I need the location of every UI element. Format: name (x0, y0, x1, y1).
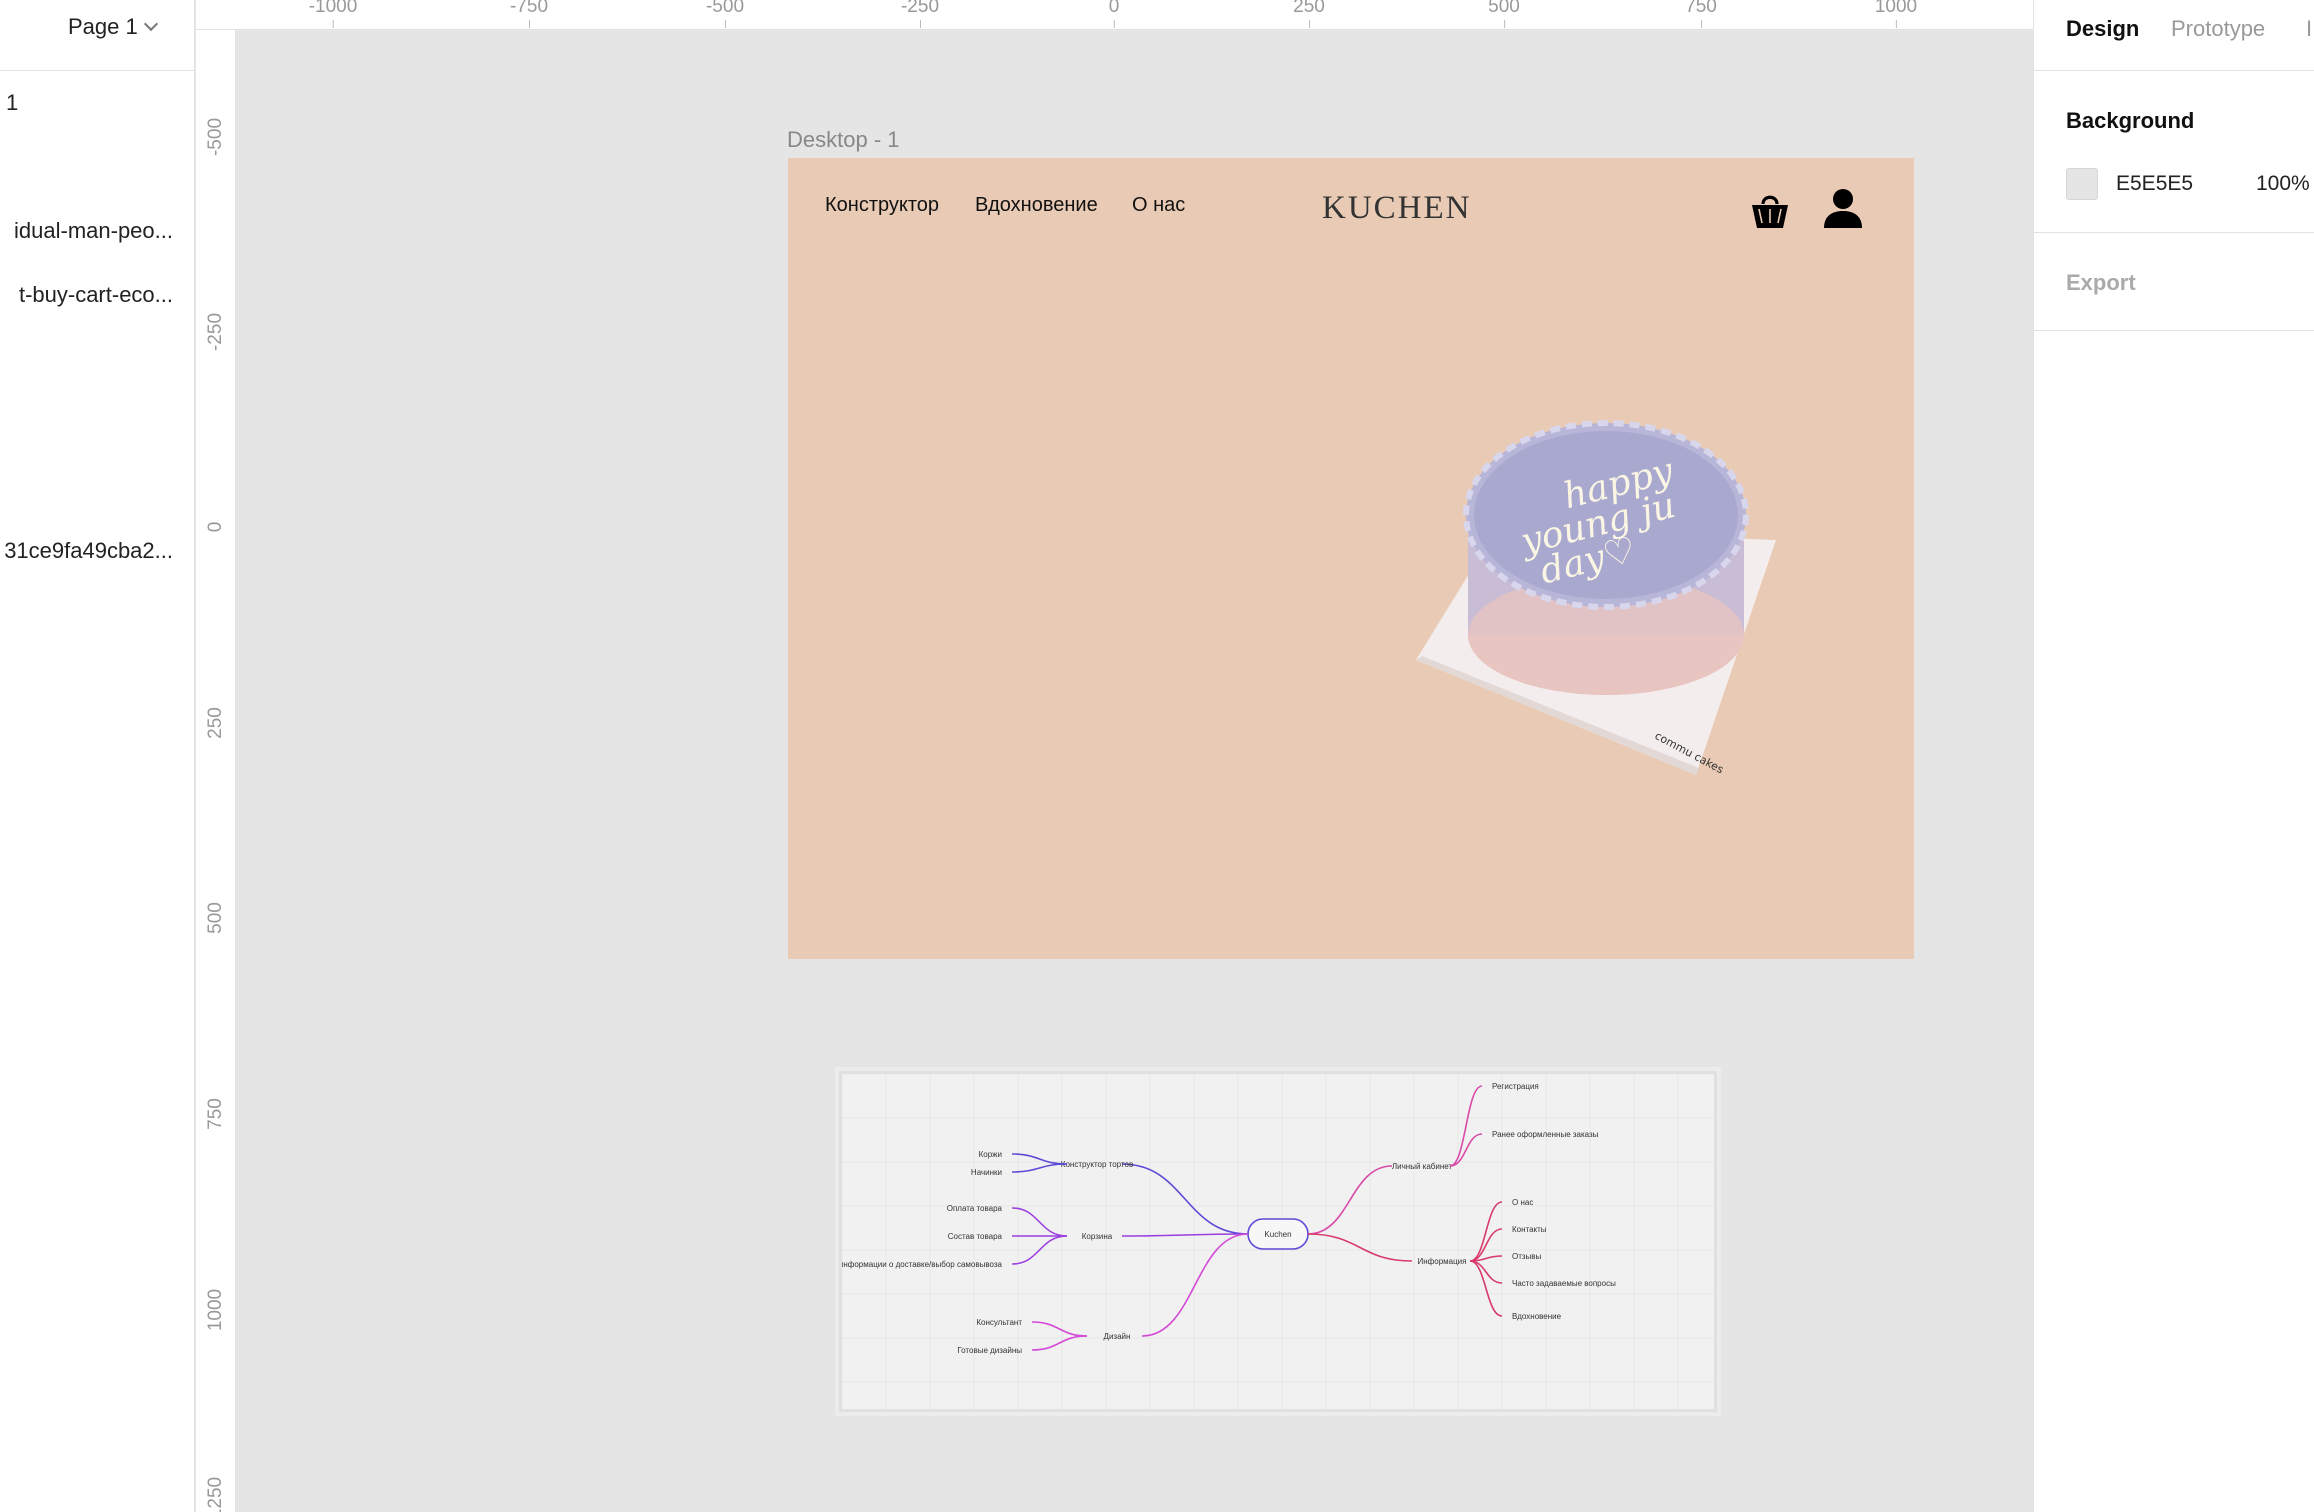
ruler-tick: 500 (205, 902, 226, 934)
mindmap-node-label: Личный кабинет (1392, 1162, 1453, 1171)
mindmap-node-label: Регистрация (1492, 1082, 1539, 1091)
mindmap-connector (1449, 1133, 1483, 1167)
mindmap-connector (1031, 1321, 1088, 1337)
mindmap-node-label: Консультант (976, 1318, 1022, 1327)
ruler-tick: -1000 (309, 0, 357, 28)
ruler-tick: 1000 (1875, 0, 1917, 28)
mindmap-node-label: Дизайн (1104, 1332, 1131, 1341)
mindmap-diagram: Kuchen Конструктор тортов Коржи Начинки Корз… (842, 1074, 1714, 1409)
page-switcher-label: Page 1 (68, 14, 138, 39)
user-icon[interactable] (1822, 188, 1864, 230)
nav-link-inspiration[interactable]: Вдохновение (975, 194, 1098, 217)
cake-image: happy young ju day♡ commu cakes (1416, 420, 1776, 776)
tab-prototype[interactable]: Prototype (2171, 16, 2265, 42)
tab-inspect[interactable]: I (2306, 16, 2312, 42)
panel-divider (2034, 330, 2314, 331)
mindmap-node-label: Состав товара (948, 1232, 1003, 1241)
background-hex-input[interactable]: E5E5E5 (2116, 172, 2193, 196)
mindmap-node-label: Отзывы (1512, 1252, 1542, 1261)
mindmap-connector (1011, 1207, 1068, 1237)
mindmap-node-label: Часто задаваемые вопросы (1512, 1279, 1616, 1288)
mindmap-connector (1121, 1163, 1249, 1235)
layer-name: idual-man-peo... (14, 218, 173, 243)
ruler-tick: -250 (901, 0, 939, 28)
design-panel: Design Prototype I Background E5E5E5 100… (2033, 0, 2314, 1512)
mindmap-node-label: Вдохновение (1512, 1312, 1562, 1321)
ruler-tick: -750 (510, 0, 548, 28)
panel-divider (2034, 70, 2314, 71)
desktop-frame[interactable]: Конструктор Вдохновение О нас KUCHEN hap… (788, 158, 1914, 959)
nav-link-constructor[interactable]: Конструктор (825, 194, 939, 217)
mindmap-node-label: Kuchen (1264, 1230, 1291, 1239)
mindmap-node-label: О нас (1512, 1198, 1533, 1207)
ruler-tick: 0 (1109, 0, 1119, 28)
page-switcher[interactable]: Page 1 (68, 14, 158, 40)
export-section-heading[interactable]: Export (2066, 270, 2136, 296)
mindmap-node-label: Контакты (1512, 1225, 1547, 1234)
mindmap-image[interactable]: Kuchen Конструктор тортов Коржи Начинки Корз… (839, 1071, 1717, 1412)
layer-item[interactable]: t-buy-cart-eco... (0, 277, 194, 313)
ruler-tick: 250 (205, 707, 226, 739)
mindmap-connector (1469, 1260, 1503, 1284)
mindmap-node-label: Заполнение информации о доставке/выбор с… (842, 1260, 1003, 1269)
shopping-bag-icon[interactable] (1750, 190, 1790, 230)
mindmap-connector (1469, 1201, 1503, 1262)
ruler-tick: 500 (1488, 0, 1520, 28)
brand-logo[interactable]: KUCHEN (1322, 190, 1472, 227)
mindmap-connector (1121, 1233, 1249, 1237)
mindmap-node-label: Оплата товара (947, 1204, 1003, 1213)
layer-name: t-buy-cart-eco... (18, 282, 173, 307)
ruler-tick: 0 (205, 521, 226, 533)
ruler-left: -500 -250 0 250 500 750 1000 1250 (196, 30, 236, 1512)
ruler-tick: -500 (205, 117, 226, 157)
canvas[interactable]: Desktop - 1 Конструктор Вдохновение О на… (237, 31, 2033, 1512)
ruler-top: -1000 -750 -500 -250 0 250 500 750 1000 (196, 0, 2033, 30)
nav-link-about[interactable]: О нас (1132, 194, 1185, 217)
mindmap-node-label: Готовые дизайны (957, 1346, 1022, 1355)
mindmap-connector (1449, 1085, 1483, 1167)
ruler-tick: 1000 (205, 1288, 226, 1332)
layers-divider (0, 70, 194, 71)
mindmap-node-label: Корзина (1082, 1232, 1113, 1241)
ruler-tick: 1250 (205, 1476, 226, 1512)
mindmap-connector (1307, 1233, 1413, 1262)
layer-item[interactable]: 31ce9fa49cba2... (0, 533, 194, 569)
tab-design[interactable]: Design (2066, 16, 2139, 42)
mindmap-node-label: Начинки (971, 1168, 1002, 1177)
ruler-tick: 750 (1685, 0, 1717, 28)
panel-divider (2034, 232, 2314, 233)
layer-name: 1 (6, 90, 19, 115)
mindmap-connector (1469, 1260, 1503, 1317)
ruler-tick: 250 (1293, 0, 1325, 28)
background-heading: Background (2066, 108, 2195, 133)
mindmap-connector (1011, 1163, 1068, 1173)
ruler-tick: 750 (205, 1098, 226, 1130)
mindmap-node-label: Информация (1418, 1257, 1467, 1266)
layer-item[interactable]: 1 (0, 85, 194, 121)
layer-item[interactable]: idual-man-peo... (0, 213, 194, 249)
ruler-tick: -250 (205, 312, 226, 352)
background-opacity-input[interactable]: 100% (2256, 172, 2310, 196)
mindmap-connector (1141, 1233, 1249, 1337)
mindmap-node-label: Конструктор тортов (1061, 1160, 1133, 1169)
layer-name: 31ce9fa49cba2... (4, 538, 173, 563)
background-color-swatch[interactable] (2066, 168, 2098, 200)
mindmap-node-label: Ранее оформленные заказы (1492, 1130, 1599, 1139)
layers-panel: Page 1 1 idual-man-peo... t-buy-cart-eco… (0, 0, 195, 1512)
ruler-tick: -500 (706, 0, 744, 28)
mindmap-node-label: Коржи (979, 1150, 1002, 1159)
frame-label[interactable]: Desktop - 1 (787, 127, 900, 153)
chevron-down-icon (143, 16, 158, 32)
mindmap-connector (1307, 1165, 1393, 1235)
